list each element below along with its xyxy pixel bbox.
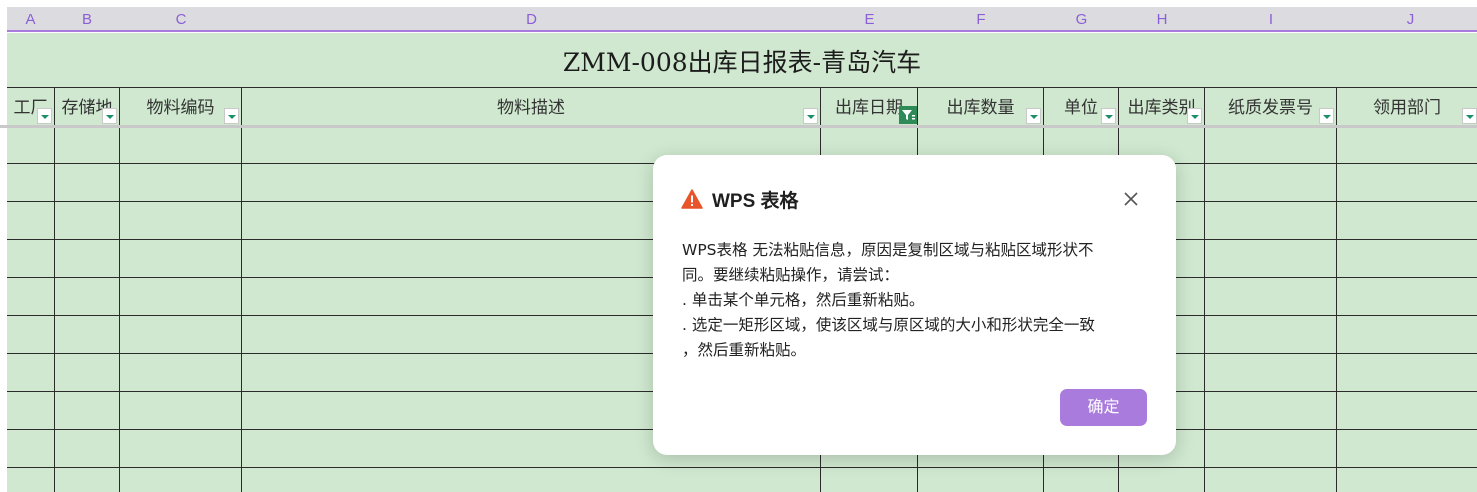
column-header-h[interactable]: H <box>1119 7 1205 32</box>
dialog-message-line: WPS表格 无法粘贴信息，原因是复制区域与粘贴区域形状不 <box>682 241 1094 259</box>
column-header-d[interactable]: D <box>242 7 821 32</box>
filter-dropdown-icon[interactable] <box>224 108 239 124</box>
dialog-message-line: . 选定一矩形区域，使该区域与原区域的大小和形状完全一致 <box>682 316 1095 334</box>
grid-line <box>54 87 55 492</box>
column-header-e[interactable]: E <box>821 7 918 32</box>
filter-dropdown-icon[interactable] <box>1319 108 1334 124</box>
close-icon[interactable] <box>1121 189 1141 209</box>
filter-dropdown-icon[interactable] <box>1026 108 1041 124</box>
warning-icon <box>681 189 703 209</box>
frozen-pane-divider <box>0 125 1477 128</box>
column-header-bar: A B C D E F G H I J <box>7 7 1477 32</box>
funnel-icon <box>902 110 915 120</box>
spreadsheet-window: A B C D E F G H I J ZMM-008出库日报表-青岛汽车 工厂… <box>0 0 1477 492</box>
header-cell-material-code[interactable]: 物料编码 <box>120 90 241 126</box>
header-cell-invoice-no[interactable]: 纸质发票号 <box>1205 90 1336 126</box>
grid-line <box>241 87 242 492</box>
filter-dropdown-icon[interactable] <box>37 108 52 124</box>
paste-error-dialog: WPS 表格 WPS表格 无法粘贴信息，原因是复制区域与粘贴区域形状不 同。要继… <box>653 155 1176 455</box>
filter-dropdown-icon[interactable] <box>102 108 117 124</box>
dialog-title: WPS 表格 <box>712 191 799 212</box>
filter-dropdown-icon[interactable] <box>1101 108 1116 124</box>
ok-button[interactable]: 确定 <box>1060 389 1147 426</box>
dialog-message-line: ，然后重新粘贴。 <box>682 341 807 359</box>
column-header-j[interactable]: J <box>1337 7 1477 32</box>
header-cell-outbound-qty[interactable]: 出库数量 <box>918 90 1043 126</box>
grid-line <box>7 87 1477 88</box>
dialog-message-line: 同。要继续粘贴操作，请尝试： <box>682 266 900 284</box>
header-cell-material-desc[interactable]: 物料描述 <box>242 90 820 126</box>
filter-dropdown-icon[interactable] <box>1462 108 1477 124</box>
column-header-a[interactable]: A <box>7 7 54 32</box>
column-header-g[interactable]: G <box>1044 7 1119 32</box>
grid-line <box>7 467 1477 468</box>
dialog-message: WPS表格 无法粘贴信息，原因是复制区域与粘贴区域形状不 同。要继续粘贴操作，请… <box>682 238 1152 363</box>
column-header-i[interactable]: I <box>1205 7 1337 32</box>
sheet-title[interactable]: ZMM-008出库日报表-青岛汽车 <box>7 33 1477 88</box>
header-cell-department[interactable]: 领用部门 <box>1337 90 1477 126</box>
dialog-message-line: . 单击某个单元格，然后重新粘贴。 <box>682 291 925 309</box>
column-header-f[interactable]: F <box>918 7 1044 32</box>
grid-line <box>1204 87 1205 492</box>
grid-line <box>1336 87 1337 492</box>
filter-active-icon[interactable] <box>899 106 917 124</box>
filter-dropdown-icon[interactable] <box>1187 108 1202 124</box>
grid-line <box>119 87 120 492</box>
column-header-c[interactable]: C <box>120 7 242 32</box>
filter-dropdown-icon[interactable] <box>803 108 818 124</box>
column-header-b[interactable]: B <box>54 7 120 32</box>
